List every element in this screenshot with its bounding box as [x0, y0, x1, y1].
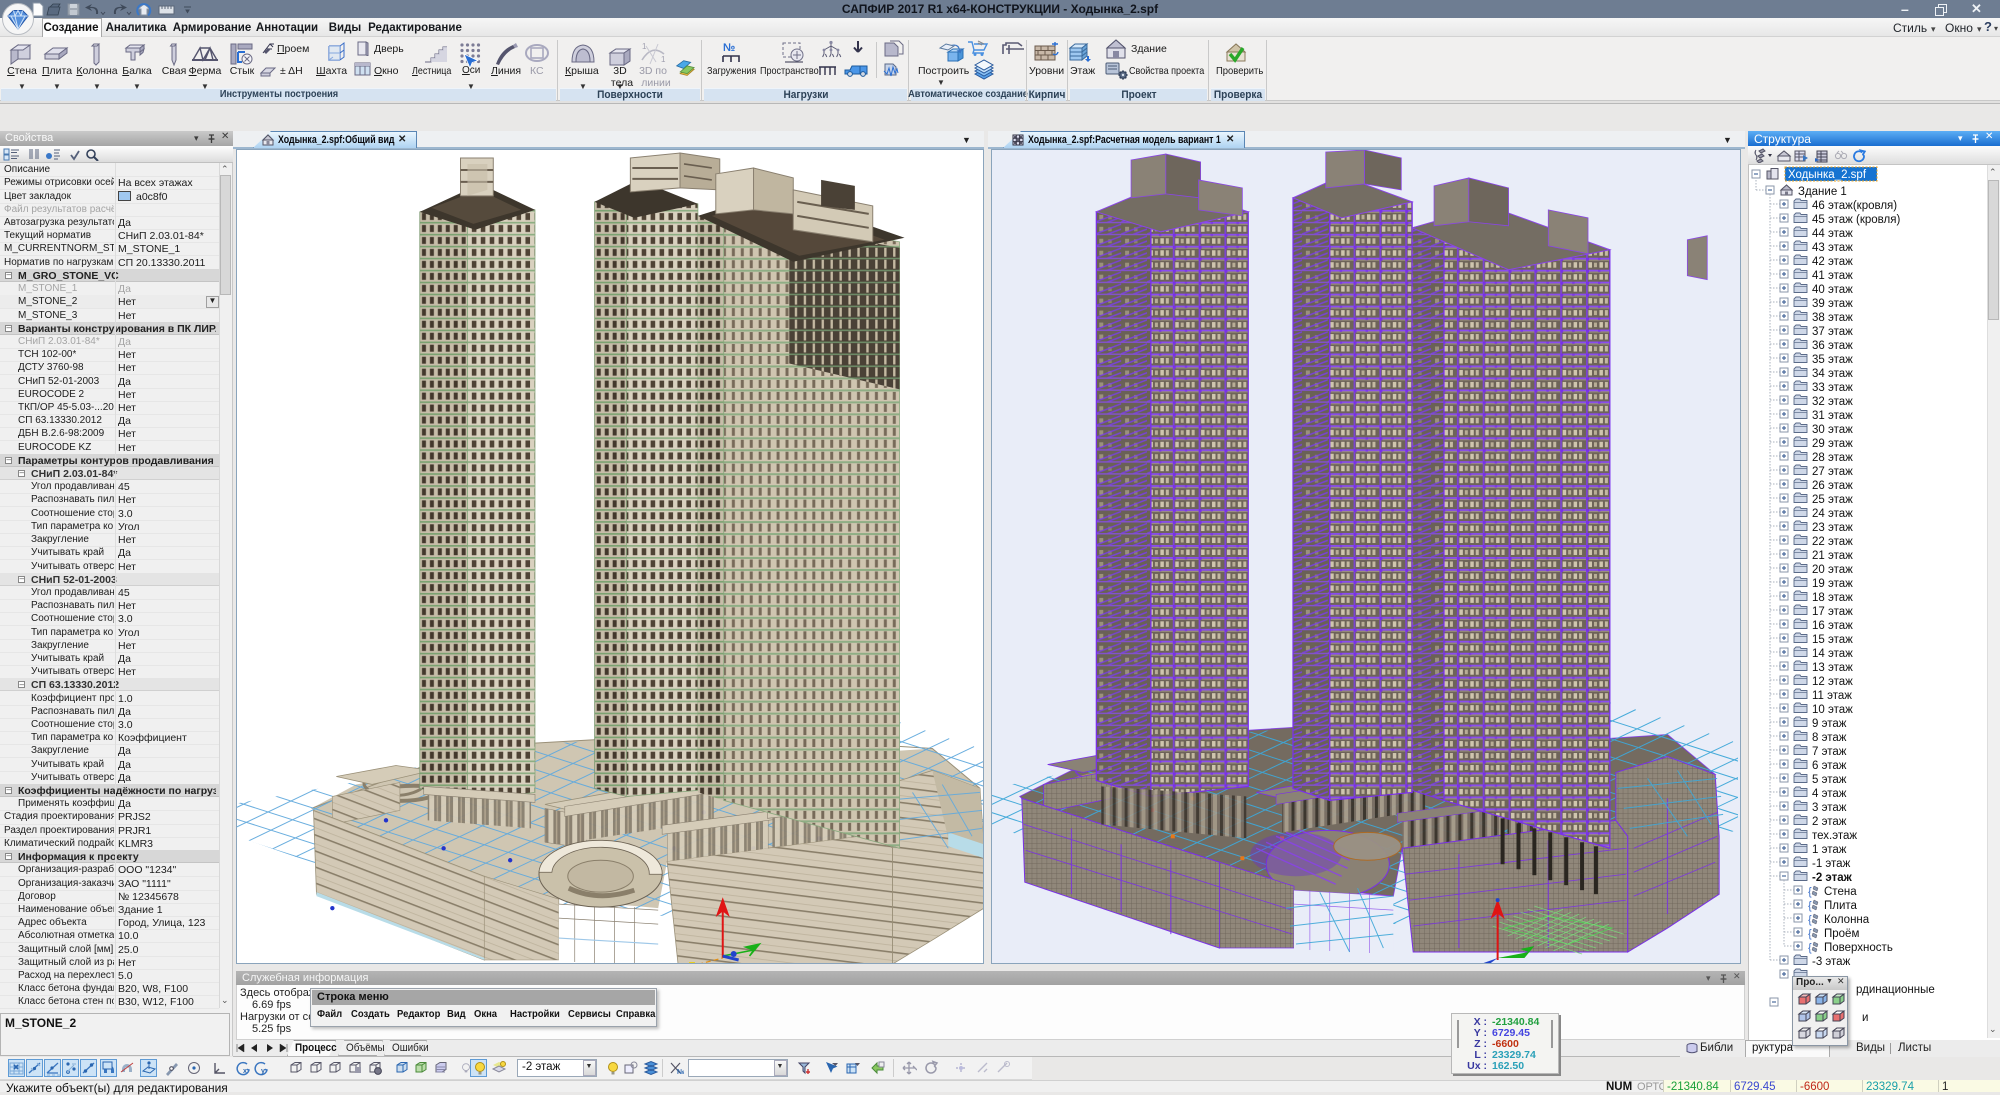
svg-text:{: {	[1808, 900, 1812, 912]
svg-text:Ходынка_2.spf: Ходынка_2.spf	[1788, 169, 1867, 181]
svg-text:Проём: Проём	[1824, 928, 1859, 940]
svg-text:x: x	[243, 1068, 247, 1075]
svg-text:16 этаж: 16 этаж	[1812, 620, 1853, 632]
svg-text:38 этаж: 38 этаж	[1812, 312, 1853, 324]
svg-text:12 этаж: 12 этаж	[1812, 676, 1853, 688]
svg-text:{: {	[1808, 942, 1812, 954]
svg-text:1: 1	[642, 42, 647, 51]
svg-text:y: y	[261, 1068, 265, 1075]
svg-text:13 этаж: 13 этаж	[1812, 662, 1853, 674]
svg-text:33 этаж: 33 этаж	[1812, 382, 1853, 394]
svg-text:29 этаж: 29 этаж	[1812, 438, 1853, 450]
svg-text:11 этаж: 11 этаж	[1812, 690, 1852, 702]
svg-text:тех.этаж: тех.этаж	[1812, 830, 1857, 842]
svg-text:№: №	[723, 42, 735, 54]
svg-text:и: и	[1862, 1012, 1868, 1024]
svg-text:25 этаж: 25 этаж	[1812, 494, 1853, 506]
svg-text:рдинационные: рдинационные	[1856, 984, 1935, 996]
svg-text:Колонна: Колонна	[1824, 914, 1870, 926]
svg-text:22 этаж: 22 этаж	[1812, 536, 1853, 548]
svg-text:-1 этаж: -1 этаж	[1812, 858, 1851, 870]
svg-text:14 этаж: 14 этаж	[1812, 648, 1853, 660]
svg-text:44 этаж: 44 этаж	[1812, 228, 1853, 240]
svg-text:45 этаж (кровля): 45 этаж (кровля)	[1812, 214, 1900, 226]
svg-text:10 этаж: 10 этаж	[1812, 704, 1853, 716]
svg-text:36 этаж: 36 этаж	[1812, 340, 1853, 352]
svg-text:1: 1	[661, 55, 666, 64]
svg-text:34 этаж: 34 этаж	[1812, 368, 1853, 380]
svg-text:19 этаж: 19 этаж	[1812, 578, 1853, 590]
svg-text:-3 этаж: -3 этаж	[1812, 956, 1851, 968]
svg-text:6 этаж: 6 этаж	[1812, 760, 1847, 772]
svg-text:1 этаж: 1 этаж	[1812, 844, 1847, 856]
svg-text:18 этаж: 18 этаж	[1812, 592, 1853, 604]
svg-text:Здание 1: Здание 1	[1798, 186, 1847, 198]
svg-text:{: {	[1808, 928, 1812, 940]
svg-text:9 этаж: 9 этаж	[1812, 718, 1847, 730]
svg-text:8 этаж: 8 этаж	[1812, 732, 1847, 744]
svg-text:43 этаж: 43 этаж	[1812, 242, 1853, 254]
svg-text:35 этаж: 35 этаж	[1812, 354, 1853, 366]
svg-text:20 этаж: 20 этаж	[1812, 564, 1853, 576]
svg-text:31 этаж: 31 этаж	[1812, 410, 1853, 422]
svg-text:5 этаж: 5 этаж	[1812, 774, 1847, 786]
svg-text:{: {	[1808, 914, 1812, 926]
svg-text:24 этаж: 24 этаж	[1812, 508, 1853, 520]
svg-text:15 этаж: 15 этаж	[1812, 634, 1853, 646]
svg-text:46 этаж(кровля): 46 этаж(кровля)	[1812, 200, 1897, 212]
svg-text:2 этаж: 2 этаж	[1812, 816, 1847, 828]
svg-text:30 этаж: 30 этаж	[1812, 424, 1853, 436]
svg-text:28 этаж: 28 этаж	[1812, 452, 1853, 464]
svg-text:7 этаж: 7 этаж	[1812, 746, 1847, 758]
svg-text:42 этаж: 42 этаж	[1812, 256, 1853, 268]
svg-text:№: №	[677, 1068, 684, 1076]
svg-text:26 этаж: 26 этаж	[1812, 480, 1853, 492]
svg-text:40 этаж: 40 этаж	[1812, 284, 1853, 296]
svg-text:17 этаж: 17 этаж	[1812, 606, 1853, 618]
svg-text:32 этаж: 32 этаж	[1812, 396, 1853, 408]
svg-text:37 этаж: 37 этаж	[1812, 326, 1853, 338]
svg-text:-2 этаж: -2 этаж	[1812, 872, 1853, 884]
svg-text:Плита: Плита	[1824, 900, 1858, 912]
svg-text:21 этаж: 21 этаж	[1812, 550, 1853, 562]
svg-text:41 этаж: 41 этаж	[1812, 270, 1853, 282]
svg-text:Поверхность: Поверхность	[1824, 942, 1893, 954]
svg-text:27 этаж: 27 этаж	[1812, 466, 1853, 478]
svg-text:4 этаж: 4 этаж	[1812, 788, 1847, 800]
svg-text:Стена: Стена	[1824, 886, 1857, 898]
svg-text:3 этаж: 3 этаж	[1812, 802, 1847, 814]
svg-text:23 этаж: 23 этаж	[1812, 522, 1853, 534]
svg-text:39 этаж: 39 этаж	[1812, 298, 1853, 310]
svg-text:{: {	[1808, 886, 1812, 898]
